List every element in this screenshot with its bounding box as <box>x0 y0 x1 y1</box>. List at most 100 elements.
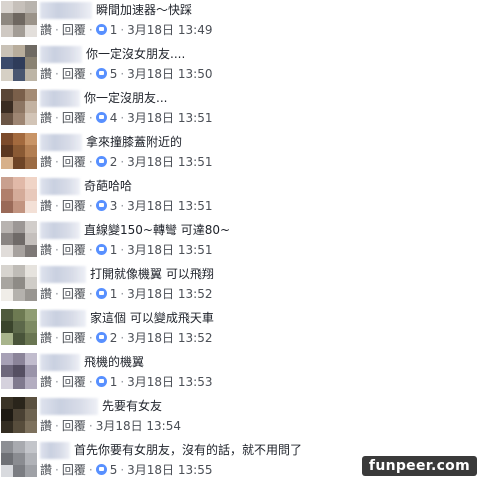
avatar-pixel <box>13 101 25 113</box>
like-link[interactable]: 讚 <box>40 111 52 125</box>
avatar[interactable] <box>1 45 37 81</box>
comment-row: 打開就像機翼 可以飛翔讚 · 回覆 · 1 · 3月18日 13:52 <box>0 264 491 308</box>
separator-dot: · <box>88 243 93 257</box>
avatar-pixel <box>13 409 25 421</box>
comment-text: 首先你要有女朋友，沒有的話，就不用問了 <box>74 443 303 457</box>
avatar[interactable] <box>1 265 37 301</box>
avatar-pixel <box>25 409 37 421</box>
timestamp[interactable]: 3月18日 13:50 <box>127 67 212 81</box>
avatar-pixel <box>25 221 37 233</box>
comment-text: 打開就像機翼 可以飛翔 <box>90 267 214 281</box>
commenter-name-blurred[interactable] <box>40 398 98 415</box>
like-link[interactable]: 讚 <box>40 331 52 345</box>
reply-link[interactable]: 回覆 <box>62 199 86 213</box>
avatar-pixel <box>1 1 13 13</box>
timestamp[interactable]: 3月18日 13:53 <box>127 375 212 389</box>
commenter-name-blurred[interactable] <box>40 46 82 63</box>
thumbs-up-icon[interactable] <box>95 376 107 387</box>
reply-link[interactable]: 回覆 <box>62 155 86 169</box>
avatar-pixel <box>1 69 13 81</box>
thumbs-up-icon[interactable] <box>95 332 107 343</box>
like-link[interactable]: 讚 <box>40 199 52 213</box>
commenter-name-blurred[interactable] <box>40 134 82 151</box>
avatar-pixel <box>1 189 13 201</box>
avatar-pixel <box>1 309 13 321</box>
reply-link[interactable]: 回覆 <box>62 375 86 389</box>
like-link[interactable]: 讚 <box>40 243 52 257</box>
commenter-name-blurred[interactable] <box>40 2 92 19</box>
comment-list: 瞬間加速器～快踩讚 · 回覆 · 1 · 3月18日 13:49 你一定沒女朋友.... 讚 · 回… <box>0 0 491 480</box>
avatar-pixel <box>13 233 25 245</box>
comment-meta: 讚 · 回覆 · 1 · 3月18日 13:52 <box>40 286 212 302</box>
like-link[interactable]: 讚 <box>40 67 52 81</box>
like-link[interactable]: 讚 <box>40 375 52 389</box>
timestamp[interactable]: 3月18日 13:51 <box>127 199 212 213</box>
commenter-name-blurred[interactable] <box>40 442 70 459</box>
timestamp[interactable]: 3月18日 13:49 <box>127 23 212 37</box>
avatar-pixel <box>25 365 37 377</box>
avatar[interactable] <box>1 397 37 433</box>
avatar[interactable] <box>1 133 37 169</box>
reply-link[interactable]: 回覆 <box>62 419 86 433</box>
avatar[interactable] <box>1 89 37 125</box>
timestamp[interactable]: 3月18日 13:51 <box>127 243 212 257</box>
timestamp[interactable]: 3月18日 13:52 <box>127 331 212 345</box>
reply-link[interactable]: 回覆 <box>62 67 86 81</box>
avatar-pixel <box>1 157 13 169</box>
avatar-pixel <box>1 321 13 333</box>
timestamp[interactable]: 3月18日 13:52 <box>127 287 212 301</box>
comment-meta: 讚 · 回覆 · 5 · 3月18日 13:50 <box>40 66 212 82</box>
avatar-pixel <box>1 289 13 301</box>
separator-dot: · <box>120 463 125 477</box>
avatar[interactable] <box>1 221 37 257</box>
avatar[interactable] <box>1 177 37 213</box>
timestamp[interactable]: 3月18日 13:55 <box>127 463 212 477</box>
thumbs-up-icon[interactable] <box>95 24 107 35</box>
commenter-name-blurred[interactable] <box>40 310 86 327</box>
avatar[interactable] <box>1 441 37 477</box>
commenter-name-blurred[interactable] <box>40 266 86 283</box>
avatar[interactable] <box>1 1 37 37</box>
thumbs-up-icon[interactable] <box>95 464 107 475</box>
like-link[interactable]: 讚 <box>40 155 52 169</box>
reply-link[interactable]: 回覆 <box>62 243 86 257</box>
thumbs-up-icon[interactable] <box>95 244 107 255</box>
avatar-pixel <box>25 69 37 81</box>
commenter-name-blurred[interactable] <box>40 222 80 239</box>
thumbs-up-icon[interactable] <box>95 112 107 123</box>
avatar-pixel <box>25 321 37 333</box>
thumbs-up-icon[interactable] <box>95 156 107 167</box>
comment-text: 拿來撞膝蓋附近的 <box>86 135 183 149</box>
like-link[interactable]: 讚 <box>40 287 52 301</box>
comment-meta: 讚 · 回覆 · 2 · 3月18日 13:52 <box>40 330 212 346</box>
reply-link[interactable]: 回覆 <box>62 463 86 477</box>
avatar[interactable] <box>1 309 37 345</box>
separator-dot: · <box>55 419 59 433</box>
thumbs-up-icon[interactable] <box>95 288 107 299</box>
like-link[interactable]: 讚 <box>40 419 52 433</box>
like-link[interactable]: 讚 <box>40 23 52 37</box>
avatar[interactable] <box>1 353 37 389</box>
avatar-pixel <box>1 365 13 377</box>
avatar-pixel <box>25 333 37 345</box>
like-link[interactable]: 讚 <box>40 463 52 477</box>
commenter-name-blurred[interactable] <box>40 354 80 371</box>
avatar-pixel <box>25 309 37 321</box>
avatar-pixel <box>13 57 25 69</box>
separator-dot: · <box>88 67 93 81</box>
reply-link[interactable]: 回覆 <box>62 23 86 37</box>
separator-dot: · <box>88 375 93 389</box>
timestamp[interactable]: 3月18日 13:51 <box>127 155 212 169</box>
avatar-pixel <box>13 133 25 145</box>
reply-link[interactable]: 回覆 <box>62 331 86 345</box>
commenter-name-blurred[interactable] <box>40 90 80 107</box>
timestamp[interactable]: 3月18日 13:51 <box>127 111 212 125</box>
avatar-pixel <box>25 397 37 409</box>
thumbs-up-icon[interactable] <box>95 68 107 79</box>
avatar-pixel <box>25 57 37 69</box>
thumbs-up-icon[interactable] <box>95 200 107 211</box>
reply-link[interactable]: 回覆 <box>62 287 86 301</box>
reply-link[interactable]: 回覆 <box>62 111 86 125</box>
timestamp[interactable]: 3月18日 13:54 <box>96 419 181 433</box>
commenter-name-blurred[interactable] <box>40 178 80 195</box>
